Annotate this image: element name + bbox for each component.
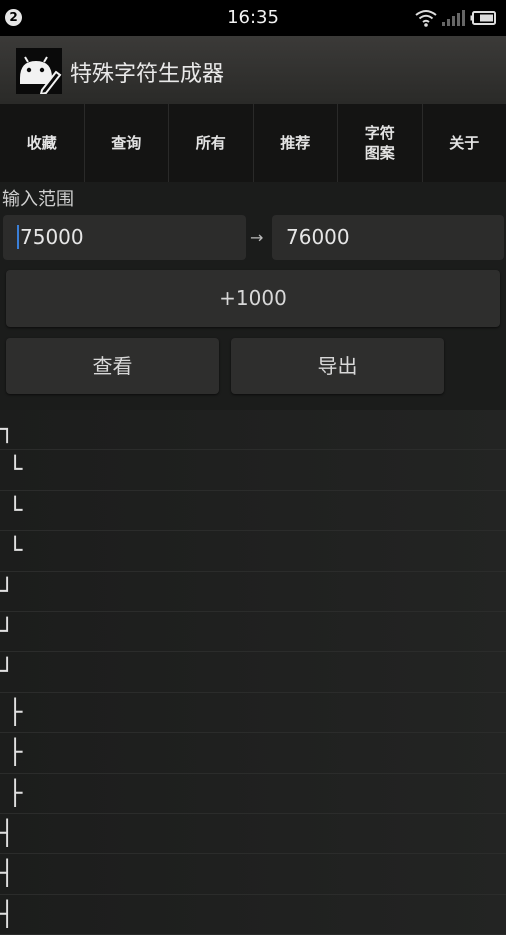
list-item[interactable]: ┘	[0, 652, 506, 692]
tab-character-patterns[interactable]: 字符 图案	[338, 104, 423, 182]
status-icons	[414, 8, 500, 28]
range-start-value: 75000	[20, 225, 84, 249]
range-start-input[interactable]: 75000	[3, 215, 246, 260]
tab-bar: 收藏 查询 所有 推荐 字符 图案 关于	[0, 104, 506, 182]
list-item[interactable]: └	[0, 491, 506, 531]
tab-all[interactable]: 所有	[169, 104, 254, 182]
view-button[interactable]: 查看	[6, 338, 219, 394]
action-bar: 特殊字符生成器	[0, 36, 506, 105]
character-glyph: ┤	[0, 814, 14, 853]
increment-range-button[interactable]: +1000	[6, 270, 500, 327]
list-item[interactable]: ┘	[0, 612, 506, 652]
android-edit-icon	[16, 48, 62, 94]
character-glyph: ┘	[0, 652, 14, 691]
list-item[interactable]: ├	[0, 733, 506, 773]
character-list: ┐└└└┘┘┘├├├┤┤┤	[0, 410, 506, 935]
tab-about[interactable]: 关于	[423, 104, 506, 182]
list-item[interactable]: ┘	[0, 572, 506, 612]
list-item[interactable]: ├	[0, 693, 506, 733]
tab-search[interactable]: 查询	[85, 104, 170, 182]
character-glyph: ┘	[0, 612, 14, 651]
list-item[interactable]: └	[0, 450, 506, 490]
app-title: 特殊字符生成器	[70, 56, 224, 88]
character-glyph: ├	[8, 774, 22, 813]
text-cursor	[17, 225, 19, 249]
list-item[interactable]: ┤	[0, 814, 506, 854]
battery-icon	[470, 8, 500, 28]
list-item[interactable]: ┤	[0, 895, 506, 935]
status-bar: 2 16:35	[0, 0, 506, 36]
list-item[interactable]: ├	[0, 774, 506, 814]
character-glyph: ├	[8, 693, 22, 732]
list-item[interactable]: └	[0, 531, 506, 571]
character-glyph: ┐	[0, 410, 14, 449]
export-button[interactable]: 导出	[231, 338, 444, 394]
character-glyph: ┘	[0, 572, 14, 611]
list-item[interactable]: ┐	[0, 410, 506, 450]
character-glyph: ┤	[0, 895, 14, 934]
tab-favorites[interactable]: 收藏	[0, 104, 85, 182]
tab-recommended[interactable]: 推荐	[254, 104, 339, 182]
range-end-input[interactable]: 76000	[272, 215, 504, 260]
list-item[interactable]: ┤	[0, 854, 506, 894]
character-glyph: └	[8, 531, 22, 570]
range-separator: →	[250, 228, 263, 247]
range-label: 输入范围	[2, 185, 74, 211]
character-glyph: ├	[8, 733, 22, 772]
signal-icon	[440, 8, 466, 28]
character-glyph: └	[8, 491, 22, 530]
character-glyph: ┤	[0, 854, 14, 893]
wifi-icon	[414, 8, 438, 28]
character-glyph: └	[8, 450, 22, 489]
